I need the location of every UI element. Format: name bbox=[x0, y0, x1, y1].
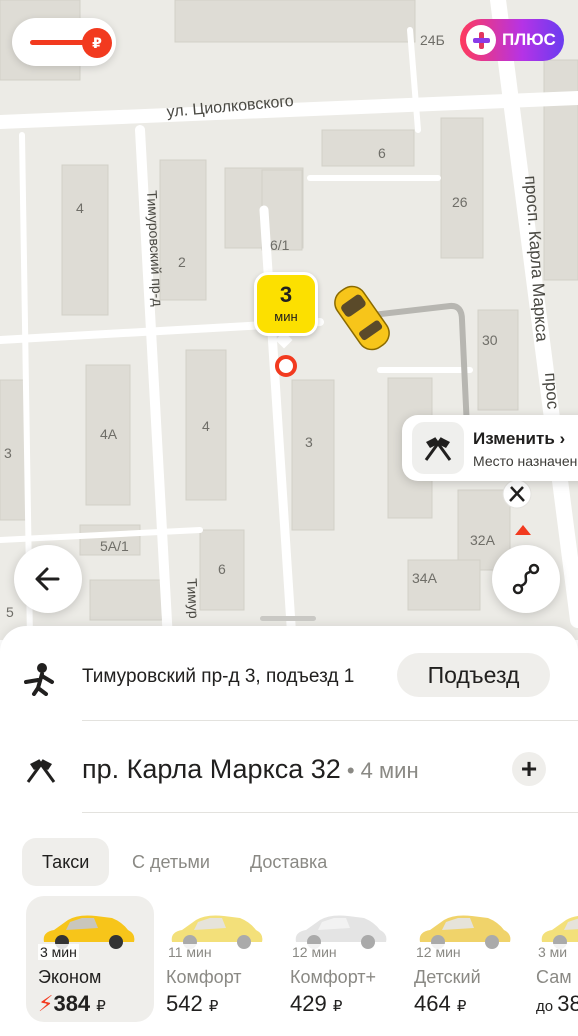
house-number: 5А/1 bbox=[100, 538, 129, 554]
tariff-price: 464 ₽ bbox=[414, 991, 467, 1016]
tariff-price: 542 ₽ bbox=[166, 991, 219, 1016]
eta-value: 3 bbox=[279, 282, 293, 307]
pickup-row[interactable]: Тимуровский пр-д 3, подъезд 1 Подъезд bbox=[0, 648, 578, 708]
finish-flag-icon bbox=[26, 759, 56, 783]
tariff-comfort-plus[interactable]: 12 мин Комфорт+ 429 ₽ bbox=[278, 896, 406, 1022]
surge-bolt-icon: ⚡ bbox=[38, 991, 54, 1016]
taxi-order-screen: ул. Циолковского Тимуровский пр-д Тимур … bbox=[0, 0, 578, 1036]
tariff-comfort[interactable]: 11 мин Комфорт 542 ₽ bbox=[154, 896, 282, 1022]
house-number: 6 bbox=[218, 561, 226, 577]
destination-time: • 4 мин bbox=[340, 758, 419, 783]
destination-address: пр. Карла Маркса 32 • 4 мин bbox=[82, 754, 419, 785]
destination-name: пр. Карла Маркса 32 bbox=[82, 754, 341, 784]
plus-label: ПЛЮС bbox=[502, 30, 556, 49]
eta-unit: мин bbox=[274, 309, 298, 324]
house-number: 2 bbox=[178, 254, 186, 270]
service-tabs: Такси С детьми Доставка bbox=[0, 838, 578, 886]
house-number: 34А bbox=[412, 570, 437, 586]
plus-icon bbox=[466, 25, 496, 55]
tariff-price: до 38 bbox=[536, 991, 578, 1016]
finish-flag-icon bbox=[412, 422, 464, 474]
house-number: 26 bbox=[452, 194, 468, 210]
house-number: 3 bbox=[305, 434, 313, 450]
map-view[interactable]: ул. Циолковского Тимуровский пр-д Тимур … bbox=[0, 0, 578, 640]
destination-row[interactable]: пр. Карла Маркса 32 • 4 мин + bbox=[0, 740, 578, 800]
person-waving-icon bbox=[24, 663, 54, 696]
divider bbox=[82, 812, 578, 813]
house-number: 6 bbox=[378, 145, 386, 161]
tariff-eta: 3 ми bbox=[536, 944, 570, 960]
house-number: 30 bbox=[482, 332, 498, 348]
tariff-eta: 11 мин bbox=[166, 944, 214, 960]
divider bbox=[82, 720, 578, 721]
tariff-name: Комфорт+ bbox=[290, 967, 377, 987]
add-stop-button[interactable]: + bbox=[512, 752, 546, 786]
arrow-left-icon bbox=[35, 567, 60, 591]
eta-bubble: 3 мин bbox=[254, 272, 318, 336]
house-number: 4 bbox=[76, 200, 84, 216]
tariff-price: 429 ₽ bbox=[290, 991, 343, 1016]
back-button[interactable] bbox=[14, 545, 82, 613]
speed-badge: ₽ bbox=[82, 28, 112, 58]
tariff-kids[interactable]: 12 мин Детский 464 ₽ bbox=[402, 896, 530, 1022]
route-button[interactable] bbox=[492, 545, 560, 613]
tariff-eta: 3 мин bbox=[38, 944, 79, 960]
change-destination-title: Изменить › bbox=[473, 429, 566, 448]
house-number: 4 bbox=[202, 418, 210, 434]
tariff-price: ⚡384 ₽ bbox=[38, 991, 106, 1016]
tab-delivery[interactable]: Доставка bbox=[250, 838, 327, 886]
tariff-economy[interactable]: 3 мин Эконом ⚡384 ₽ bbox=[26, 896, 154, 1022]
house-number: 4А bbox=[100, 426, 118, 442]
street-label-timurovsky-short: Тимур bbox=[184, 578, 203, 619]
pickup-pin-icon bbox=[275, 355, 297, 377]
tariff-name: Эконом bbox=[38, 967, 102, 987]
tab-with-kids[interactable]: С детьми bbox=[132, 838, 210, 886]
tariff-self-drive[interactable]: 3 ми Сам до 38 bbox=[524, 896, 578, 1022]
tariff-list: 3 мин Эконом ⚡384 ₽ 11 мин Комфорт 542 ₽… bbox=[0, 896, 578, 1026]
house-number: 24Б bbox=[420, 32, 445, 48]
tariff-name: Сам bbox=[536, 967, 572, 987]
change-destination-subtitle: Место назначения bbox=[473, 453, 578, 469]
plus-subscription-button[interactable]: ПЛЮС bbox=[460, 19, 564, 61]
sheet-grabber[interactable] bbox=[260, 616, 316, 621]
tariff-eta: 12 мин bbox=[414, 944, 463, 960]
house-number: 5 bbox=[6, 604, 14, 620]
tab-taxi[interactable]: Такси bbox=[22, 838, 110, 886]
taxi-car-marker bbox=[334, 285, 390, 351]
route-icon bbox=[512, 563, 540, 595]
street-label-karla-marksa-short: прос bbox=[541, 372, 563, 410]
entrance-button[interactable]: Подъезд bbox=[397, 653, 550, 697]
change-destination-card[interactable]: Изменить › Место назначения bbox=[402, 415, 578, 481]
tariff-eta: 12 мин bbox=[290, 944, 339, 960]
tariff-name: Комфорт bbox=[166, 967, 242, 987]
pickup-address: Тимуровский пр-д 3, подъезд 1 bbox=[82, 666, 355, 687]
tariff-name: Детский bbox=[414, 967, 481, 987]
house-number: 6/1 bbox=[270, 237, 290, 253]
speed-toggle[interactable]: ₽ bbox=[12, 18, 116, 66]
house-number: 3 bbox=[4, 445, 12, 461]
